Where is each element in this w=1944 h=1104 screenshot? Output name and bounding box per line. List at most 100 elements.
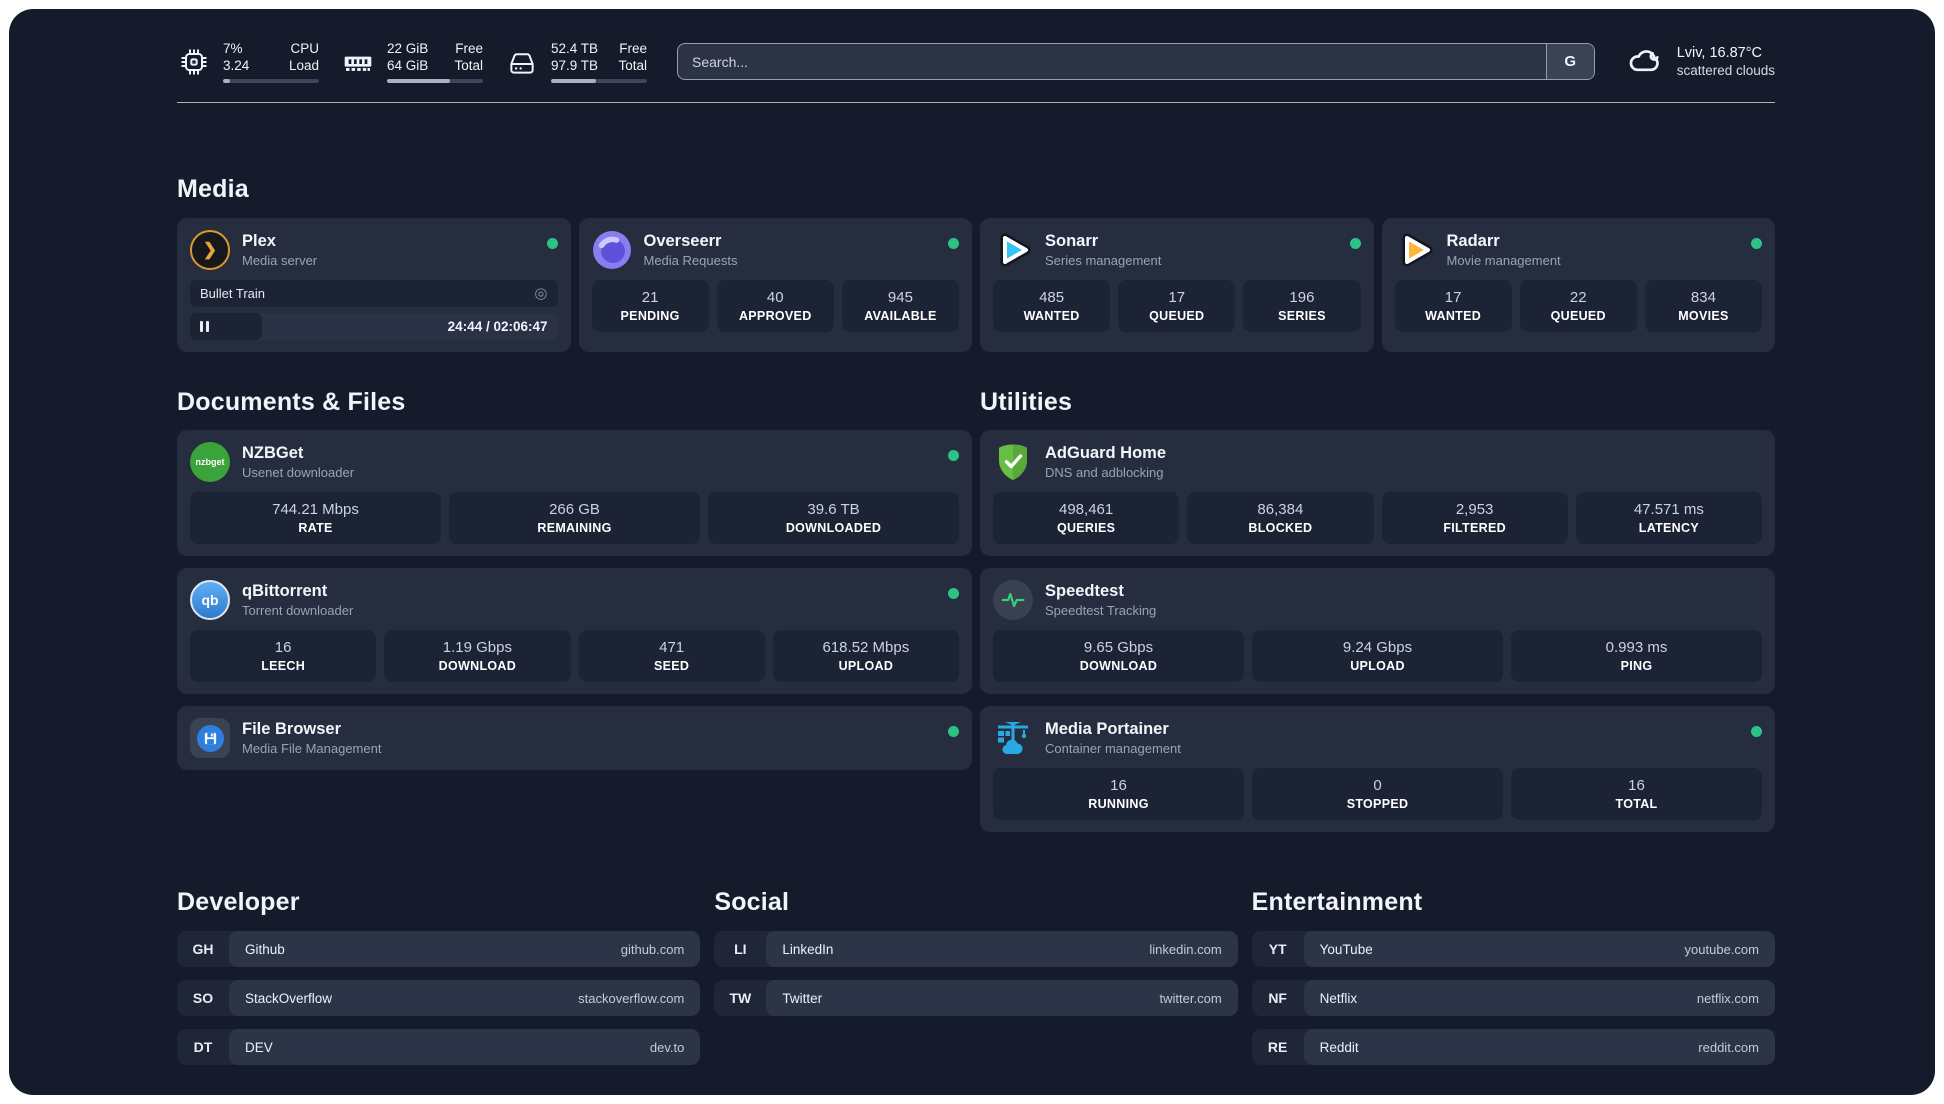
bookmark-url: youtube.com bbox=[1684, 941, 1759, 957]
bookmark-stackoverflow[interactable]: SO StackOverflow stackoverflow.com bbox=[177, 980, 701, 1016]
stat-box: 266 GB REMAINING bbox=[449, 492, 700, 544]
bookmark-abbr: RE bbox=[1267, 1039, 1288, 1055]
playback-progress-bar[interactable]: 24:44 / 02:06:47 bbox=[190, 313, 558, 340]
app-card-adguard[interactable]: AdGuard Home DNS and adblocking 498,461 … bbox=[980, 430, 1775, 556]
app-name: AdGuard Home bbox=[1045, 444, 1167, 462]
stat-box: 17 WANTED bbox=[1394, 280, 1512, 332]
nzbget-icon: nzbget bbox=[190, 442, 230, 482]
bookmark-name: LinkedIn bbox=[782, 941, 834, 957]
stat-value: 196 bbox=[1289, 289, 1315, 306]
app-name: NZBGet bbox=[242, 444, 304, 462]
bookmark-linkedin[interactable]: LI LinkedIn linkedin.com bbox=[714, 931, 1238, 967]
cpu-progress-fill bbox=[223, 79, 230, 83]
disk-free-value: 52.4 TB bbox=[551, 41, 599, 56]
app-card-qbittorrent[interactable]: qb qBittorrent Torrent downloader 16 LEE… bbox=[177, 568, 972, 694]
bookmark-name: StackOverflow bbox=[245, 990, 333, 1006]
stat-box: 945 AVAILABLE bbox=[841, 280, 960, 332]
bookmark-youtube[interactable]: YT YouTube youtube.com bbox=[1251, 931, 1775, 967]
search-input[interactable] bbox=[678, 44, 1546, 79]
bookmark-abbr: YT bbox=[1268, 941, 1287, 957]
stat-value: 834 bbox=[1690, 289, 1716, 306]
bookmark-twitter[interactable]: TW Twitter twitter.com bbox=[714, 980, 1238, 1016]
app-subtitle: Speedtest Tracking bbox=[1045, 603, 1157, 618]
cpu-load-value: 3.24 bbox=[223, 58, 250, 73]
bookmark-dev[interactable]: DT DEV dev.to bbox=[177, 1029, 701, 1065]
stat-value: 2,953 bbox=[1455, 501, 1494, 518]
stat-box: 22 QUEUED bbox=[1519, 280, 1637, 332]
app-card-plex[interactable]: ❯ Plex Media server Bullet Train ◎ 24:44… bbox=[177, 218, 571, 352]
stat-value: 9.24 Gbps bbox=[1342, 639, 1413, 656]
section-title-social: Social bbox=[714, 888, 790, 916]
bookmark-netflix[interactable]: NF Netflix netflix.com bbox=[1251, 980, 1775, 1016]
bookmark-github[interactable]: GH Github github.com bbox=[177, 931, 701, 967]
stat-value: 16 bbox=[274, 639, 292, 656]
stat-label: RATE bbox=[298, 521, 333, 535]
memory-free-label: Free bbox=[455, 41, 483, 56]
stat-label: AVAILABLE bbox=[864, 309, 937, 323]
portainer-icon bbox=[993, 718, 1033, 758]
app-card-sonarr[interactable]: Sonarr Series management 485 WANTED 17 Q… bbox=[980, 218, 1374, 352]
app-name: Radarr bbox=[1446, 232, 1500, 250]
disc-icon[interactable]: ◎ bbox=[534, 286, 547, 301]
app-subtitle: Media server bbox=[242, 253, 318, 268]
stat-value: 485 bbox=[1039, 289, 1065, 306]
bookmark-abbr: NF bbox=[1268, 990, 1287, 1006]
qbittorrent-icon: qb bbox=[190, 580, 230, 620]
pause-icon[interactable] bbox=[200, 321, 209, 332]
app-card-radarr[interactable]: Radarr Movie management 17 WANTED 22 QUE… bbox=[1381, 218, 1775, 352]
bookmark-name: YouTube bbox=[1319, 941, 1373, 957]
app-name: Overseerr bbox=[643, 232, 722, 250]
stat-box: 0 STOPPED bbox=[1252, 768, 1503, 820]
app-name: Speedtest bbox=[1045, 582, 1124, 600]
section-title-utilities: Utilities bbox=[980, 388, 1073, 416]
top-bar: 7% 3.24 CPU Load 22 GiB 64 GiB Free Tota… bbox=[9, 9, 1935, 84]
stat-label: WANTED bbox=[1425, 309, 1482, 323]
app-card-overseerr[interactable]: Overseerr Media Requests 21 PENDING 40 A… bbox=[578, 218, 972, 352]
section-media: Media ❯ Plex Media server Bullet Train ◎… bbox=[177, 175, 1775, 352]
app-name: qBittorrent bbox=[242, 582, 328, 600]
adguard-icon bbox=[993, 442, 1033, 482]
app-card-nzbget[interactable]: nzbget NZBGet Usenet downloader 744.21 M… bbox=[177, 430, 972, 556]
stat-value: 945 bbox=[887, 289, 913, 306]
memory-free-value: 22 GiB bbox=[387, 41, 429, 56]
disk-progress-bar bbox=[551, 79, 647, 83]
app-card-portainer[interactable]: Media Portainer Container management 16 … bbox=[980, 706, 1775, 832]
memory-progress-bar bbox=[387, 79, 483, 83]
stat-box: 834 MOVIES bbox=[1644, 280, 1763, 332]
stat-box: 2,953 FILTERED bbox=[1381, 492, 1568, 544]
app-card-filebrowser[interactable]: File Browser Media File Management bbox=[177, 706, 972, 770]
bookmark-group-entertainment: Entertainment YT YouTube youtube.com NF … bbox=[1251, 888, 1775, 1065]
bookmark-name: Github bbox=[245, 941, 285, 957]
stat-value: 86,384 bbox=[1257, 501, 1304, 518]
stat-label: WANTED bbox=[1023, 309, 1080, 323]
disk-progress-fill bbox=[551, 79, 597, 83]
section-utilities: Utilities AdGuard Home DNS and adblockin… bbox=[980, 388, 1775, 832]
bookmark-abbr: DT bbox=[193, 1039, 213, 1055]
stat-box: 485 WANTED bbox=[993, 280, 1111, 332]
stat-value: 618.52 Mbps bbox=[822, 639, 910, 656]
weather-widget: Lviv, 16.87°C scattered clouds bbox=[1625, 39, 1775, 84]
stat-box: 471 SEED bbox=[578, 630, 765, 682]
stat-label: REMAINING bbox=[537, 521, 612, 535]
stat-label: SERIES bbox=[1278, 309, 1326, 323]
stat-label: TOTAL bbox=[1615, 797, 1658, 811]
app-name: Plex bbox=[242, 232, 276, 250]
header-divider bbox=[177, 102, 1775, 103]
search-engine-button[interactable]: G bbox=[1545, 44, 1594, 79]
status-dot bbox=[948, 588, 959, 599]
bookmark-abbr: GH bbox=[192, 941, 214, 957]
app-card-speedtest[interactable]: Speedtest Speedtest Tracking 9.65 Gbps D… bbox=[980, 568, 1775, 694]
stat-label: DOWNLOADED bbox=[785, 521, 882, 535]
stat-value: 39.6 TB bbox=[807, 501, 860, 518]
status-dot bbox=[948, 450, 959, 461]
stat-value: 17 bbox=[1168, 289, 1186, 306]
stat-box: 9.65 Gbps DOWNLOAD bbox=[993, 630, 1244, 682]
bookmark-name: Twitter bbox=[782, 990, 823, 1006]
stat-value: 40 bbox=[766, 289, 784, 306]
bookmark-reddit[interactable]: RE Reddit reddit.com bbox=[1251, 1029, 1775, 1065]
app-subtitle: Media Requests bbox=[643, 253, 738, 268]
bookmark-group-social: Social LI LinkedIn linkedin.com TW Twitt… bbox=[714, 888, 1238, 1065]
stat-label: QUEUED bbox=[1550, 309, 1606, 323]
stat-value: 0 bbox=[1373, 777, 1382, 794]
app-subtitle: Container management bbox=[1045, 741, 1181, 756]
